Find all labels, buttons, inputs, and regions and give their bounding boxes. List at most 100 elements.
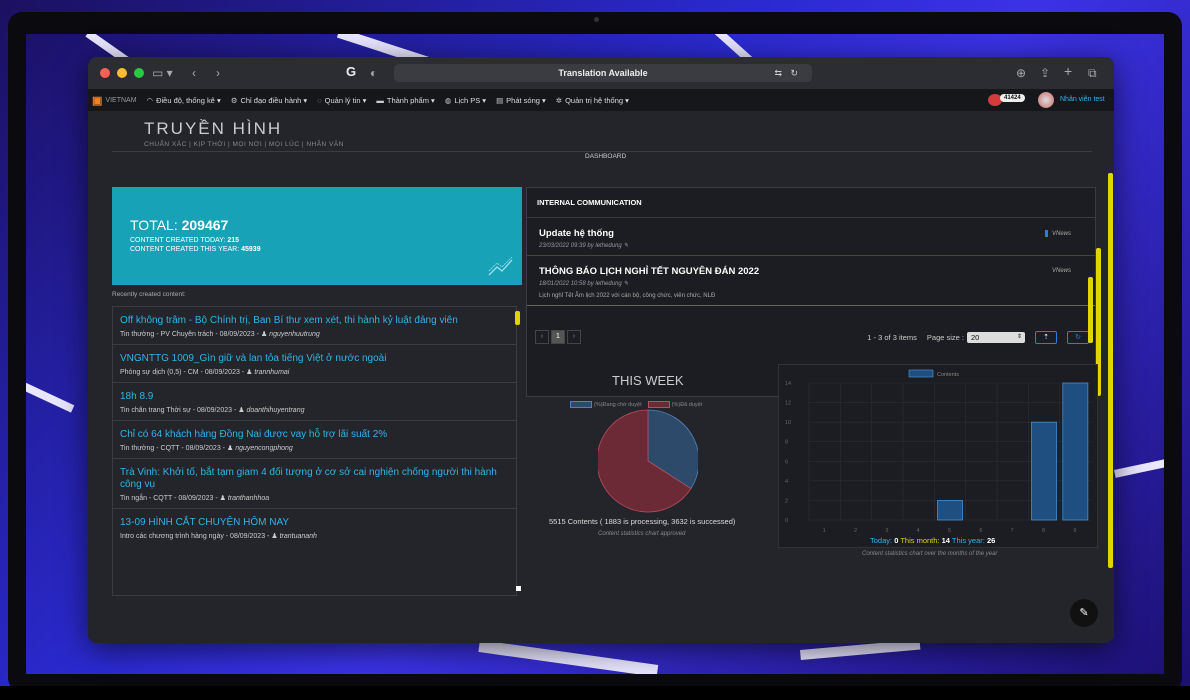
avatar[interactable]: [1038, 92, 1054, 108]
bar[interactable]: [937, 500, 963, 521]
nav-lich-ps[interactable]: ◍ Lịch PS ▾: [445, 96, 486, 105]
site-logo-icon: G: [346, 64, 357, 79]
recent-content-label: Recently created content:: [112, 291, 186, 298]
recent-list-scrollbar[interactable]: [515, 311, 520, 325]
next-page-button[interactable]: ›: [567, 330, 581, 344]
nav-quan-ly-tin[interactable]: ◌ Quản lý tin ▾: [317, 96, 366, 105]
recent-item-title[interactable]: Trà Vinh: Khởi tố, bắt tạm giam 4 đối tư…: [120, 467, 509, 491]
today-line: CONTENT CREATED TODAY: 215: [130, 237, 240, 244]
y-tick-label: 4: [785, 479, 788, 485]
pencil-icon: ✎: [623, 243, 629, 249]
forward-icon[interactable]: ›: [216, 66, 220, 80]
brand-tagline: CHUẨN XÁC | KỊP THỜI | MỌI NƠI | MỌI LÚC…: [144, 141, 344, 148]
pie-subcaption: Content statistics chart approved: [598, 531, 686, 537]
page-size-label: Page size :: [926, 332, 964, 342]
browser-titlebar: ▭ ▾ ‹ › G ◐ Translation Available ⇆ ↻ ⊕ …: [88, 57, 1114, 89]
user-name-link[interactable]: Nhân viên test: [1060, 96, 1105, 103]
pie-legend: (%)Đang chờ duyệt (%)Đã duyệt: [570, 401, 702, 408]
list-item[interactable]: Update hệ thống 23/03/2022 09:39 by leth…: [527, 218, 1095, 256]
pencil-icon: ✎: [623, 281, 629, 287]
list-item[interactable]: VNGNTTG 1009_Gìn giữ và lan tỏa tiếng Vi…: [113, 345, 516, 383]
x-tick-label: 5: [948, 528, 951, 534]
chevron-down-icon: ⇕: [1016, 333, 1022, 340]
download-icon[interactable]: ⊕: [1016, 66, 1026, 80]
legend-label-pending: (%)Đang chờ duyệt: [594, 401, 642, 408]
resize-handle[interactable]: [516, 586, 521, 591]
cog-icon: ✲: [555, 95, 563, 105]
x-tick-label: 2: [854, 528, 857, 534]
broadcast-icon: ▤: [496, 95, 504, 105]
user-icon: ♟: [219, 495, 226, 502]
page-button[interactable]: 1: [551, 330, 565, 344]
recent-item-title[interactable]: 18h 8.9: [120, 391, 509, 403]
recent-item-meta: Tin thường - PV Chuyên trách - 08/09/202…: [120, 331, 320, 338]
total-line: TOTAL: 209467: [130, 217, 229, 233]
address-bar-text: Translation Available: [558, 68, 648, 78]
upload-icon-button[interactable]: ⇡: [1035, 330, 1057, 344]
tab-overview-icon[interactable]: ⧉: [1088, 66, 1097, 81]
minimize-window-button[interactable]: [117, 68, 127, 78]
bar[interactable]: [1062, 382, 1089, 521]
x-tick-label: 6: [979, 528, 982, 534]
nav-phat-song[interactable]: ▤ Phát sóng ▾: [496, 96, 546, 105]
close-window-button[interactable]: [100, 68, 110, 78]
user-icon: ♟: [226, 445, 234, 452]
recent-content-list: Off không trâm - Bộ Chính trị, Ban Bí th…: [112, 306, 517, 596]
page-size-select[interactable]: 20 ⇕: [967, 331, 1025, 343]
sidebar-icon[interactable]: ▭ ▾: [152, 66, 173, 80]
pie-svg: [596, 409, 700, 513]
nav-quan-tri[interactable]: ✲ Quản trị hệ thống ▾: [556, 96, 629, 105]
vietnam-logo-icon[interactable]: ▣: [92, 94, 102, 107]
edit-fab-button[interactable]: ✎: [1070, 599, 1098, 627]
address-bar[interactable]: Translation Available ⇆ ↻: [394, 64, 812, 82]
list-item[interactable]: 18h 8.9 Tin chân trang Thời sự - 08/09/2…: [113, 383, 516, 421]
brand-title: TRUYỀN HÌNH: [144, 119, 283, 138]
notification-badge: 41424: [1000, 94, 1025, 102]
calendar-icon: ◍: [444, 95, 452, 105]
y-tick-label: 6: [785, 459, 788, 465]
recent-item-title[interactable]: VNGNTTG 1009_Gìn giữ và lan tỏa tiếng Vi…: [120, 353, 509, 365]
legend-swatch-pending: [570, 401, 592, 408]
back-icon[interactable]: ‹: [192, 66, 196, 80]
reload-icon[interactable]: ↻: [790, 64, 798, 82]
year-line: CONTENT CREATED THIS YEAR: 45939: [130, 246, 261, 253]
page-scrollbar[interactable]: [1108, 173, 1113, 568]
gear-icon: ⚙: [230, 95, 238, 105]
list-item[interactable]: Off không trâm - Bộ Chính trị, Ban Bí th…: [113, 307, 516, 345]
recent-item-title[interactable]: Off không trâm - Bộ Chính trị, Ban Bí th…: [120, 315, 509, 327]
announcement-title[interactable]: THÔNG BÁO LỊCH NGHỈ TẾT NGUYÊN ĐÁN 2022: [539, 266, 1083, 277]
pencil-icon: ✎: [1079, 607, 1089, 619]
zoom-window-button[interactable]: [134, 68, 144, 78]
shield-icon[interactable]: ◐: [370, 66, 377, 80]
x-tick-label: 3: [885, 528, 888, 534]
list-item[interactable]: Chỉ có 64 khách hàng Đồng Nai được vay h…: [113, 421, 516, 459]
user-icon: ♟: [246, 369, 253, 376]
announcement-tag: VNews: [1051, 268, 1071, 274]
nav-thanh-pham[interactable]: ▬ Thành phẩm ▾: [376, 96, 434, 105]
announcement-date: 23/03/2022 09:39 by lethedung ✎: [539, 243, 629, 249]
new-tab-icon[interactable]: +: [1064, 63, 1072, 79]
bar-stats-line: Today: 0 This month: 14 This year: 26: [870, 536, 996, 545]
list-item[interactable]: Trà Vinh: Khởi tố, bắt tạm giam 4 đối tư…: [113, 459, 516, 509]
legend-label-contents: Contents: [937, 372, 959, 378]
translate-icon[interactable]: ⇆: [774, 64, 782, 82]
prev-page-button[interactable]: ‹: [535, 330, 549, 344]
x-tick-label: 7: [1011, 528, 1014, 534]
gauge-icon: ◠: [146, 95, 154, 105]
announcement-title[interactable]: Update hệ thống: [539, 228, 1083, 239]
recent-item-title[interactable]: Chỉ có 64 khách hàng Đồng Nai được vay h…: [120, 429, 509, 441]
x-tick-label: 1: [823, 528, 826, 534]
internal-scrollbar[interactable]: [1088, 277, 1093, 343]
user-icon: ♟: [238, 407, 245, 414]
list-item[interactable]: THÔNG BÁO LỊCH NGHỈ TẾT NGUYÊN ĐÁN 2022 …: [527, 256, 1095, 306]
bar[interactable]: [1031, 421, 1057, 521]
nav-dieu-do[interactable]: ◠ Điều độ, thống kê ▾: [147, 96, 221, 105]
refresh-icon-button[interactable]: ↻: [1067, 330, 1089, 344]
recent-item-title[interactable]: 13-09 HÌNH CẮT CHUYỆN HÔM NAY: [120, 517, 509, 529]
y-tick-label: 2: [785, 498, 788, 504]
browser-window: ▭ ▾ ‹ › G ◐ Translation Available ⇆ ↻ ⊕ …: [88, 57, 1114, 643]
list-item[interactable]: 13-09 HÌNH CẮT CHUYỆN HÔM NAY Intro các …: [113, 509, 516, 546]
chat-icon: ◌: [317, 95, 322, 105]
nav-chi-dao[interactable]: ⚙ Chỉ đạo điều hành ▾: [231, 96, 307, 105]
share-icon[interactable]: ⇪: [1040, 66, 1050, 80]
